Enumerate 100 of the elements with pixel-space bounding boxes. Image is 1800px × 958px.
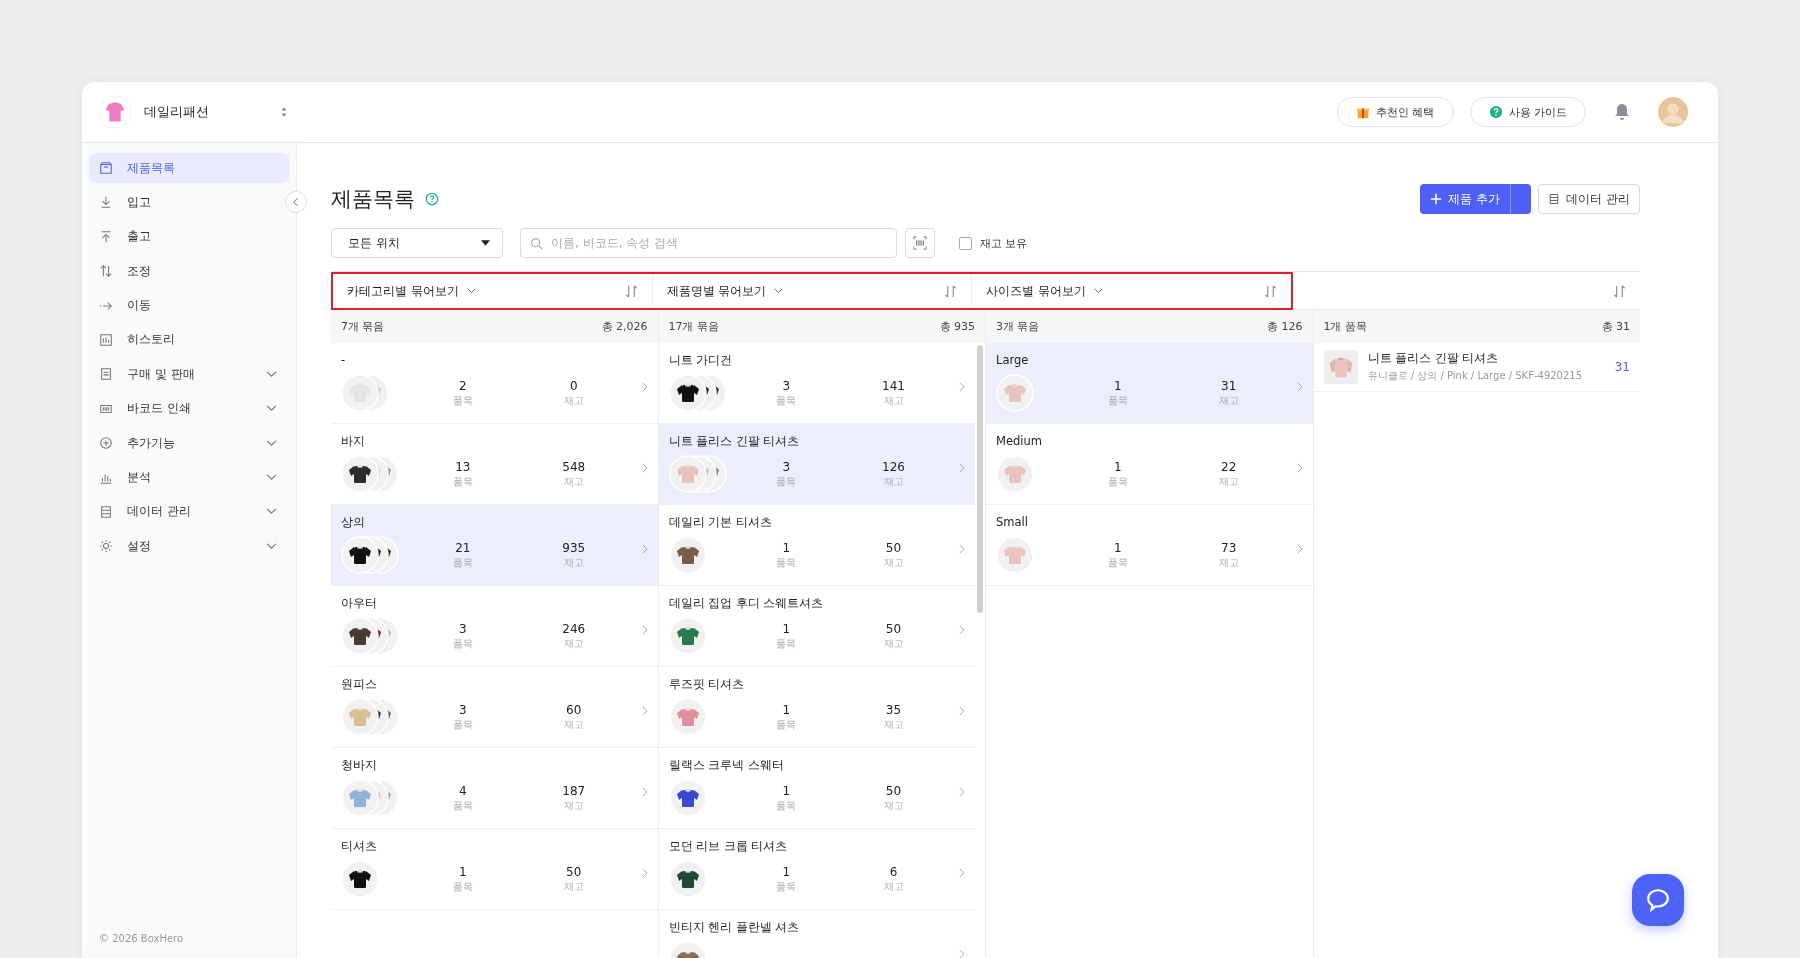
shirt-logo-icon: [98, 95, 132, 129]
product-row[interactable]: 니트 플리스 긴팔 티셔츠 유니클로 / 상의 / Pink / Large / SKF-4920215 31: [1313, 343, 1640, 392]
checkbox[interactable]: [959, 236, 972, 250]
sidebar-item[interactable]: 이동: [89, 290, 289, 321]
chevron-down-icon: [266, 439, 277, 447]
search-box[interactable]: 이름, 바코드, 속성 검색: [520, 228, 897, 258]
database-icon: [99, 504, 113, 519]
stock-count-label: 재고: [562, 393, 585, 408]
stock-count-label: 재고: [882, 717, 905, 732]
group-by-dropdown[interactable]: 카테고리별 묶어보기: [347, 283, 476, 299]
item-count-label: 품목: [775, 798, 798, 813]
item-count-label: 품목: [451, 636, 474, 651]
stock-count-label: 재고: [562, 555, 585, 570]
sidebar-item[interactable]: 히스토리: [89, 324, 289, 355]
stock-count-label: 재고: [882, 879, 905, 894]
sidebar-item[interactable]: 바코드 인쇄: [89, 393, 289, 424]
item-count-label: 품목: [775, 474, 798, 489]
stock-count: 31: [1220, 378, 1238, 393]
sidebar-item[interactable]: 제품목록: [89, 153, 289, 183]
item-count: 13: [454, 459, 472, 474]
sidebar-item[interactable]: 데이터 관리: [89, 496, 289, 527]
group-row[interactable]: 티셔츠 1 품목 50 재고: [331, 829, 658, 910]
group-row[interactable]: Small 1 품목 73 재고: [986, 505, 1313, 586]
chat-button[interactable]: [1632, 874, 1684, 926]
group-row[interactable]: 상의 21 품목 935 재고: [331, 505, 658, 586]
stock-count: 50: [884, 540, 903, 555]
header-button[interactable]: 사용 가이드: [1469, 97, 1586, 127]
stock-count-label: 재고: [882, 798, 905, 813]
barcode-scan-button[interactable]: [905, 228, 935, 258]
item-count-label: 품목: [451, 555, 474, 570]
group-row[interactable]: Large 1 품목 31 재고: [986, 343, 1313, 424]
sidebar-item[interactable]: 조정: [89, 256, 289, 287]
location-select[interactable]: 모든 위치: [331, 228, 503, 258]
scrollbar[interactable]: [977, 345, 983, 613]
upload-icon: [99, 229, 113, 244]
group-name: 원피스: [341, 677, 378, 693]
bell-icon[interactable]: [1614, 103, 1630, 121]
group-row[interactable]: 빈티지 헨리 플란넬 셔츠: [658, 910, 975, 958]
group-row[interactable]: 루즈핏 티셔츠 1 품목 35 재고: [658, 667, 975, 748]
avatar-icon[interactable]: [1658, 97, 1688, 127]
group-row[interactable]: 아우터 3 품목 246 재고: [331, 586, 658, 667]
group-row[interactable]: 청바지 4 품목 187 재고: [331, 748, 658, 829]
stock-count: 50: [884, 783, 903, 798]
header-button[interactable]: 추천인 혜택: [1337, 97, 1454, 127]
download-icon: [99, 195, 113, 210]
sidebar-item[interactable]: 추가기능: [89, 428, 289, 459]
group-row[interactable]: 데일리 기본 티셔츠 1 품목 50 재고: [658, 505, 975, 586]
group-by-dropdown[interactable]: 제품명별 묶어보기: [666, 283, 784, 299]
chevron-right-icon: [641, 382, 648, 392]
chevron-down-icon: [266, 508, 277, 516]
sort-icon[interactable]: [624, 284, 638, 298]
group-name: 니트 플리스 긴팔 티셔츠: [668, 434, 801, 450]
item-count: 1: [781, 864, 792, 879]
barcode-icon: [913, 236, 927, 250]
chevron-right-icon: [959, 787, 965, 797]
sort-icon[interactable]: [1613, 285, 1626, 298]
item-count: 1: [1112, 540, 1123, 555]
stock-count-label: 재고: [882, 393, 905, 408]
group-name: 데일리 집업 후디 스웨트셔츠: [668, 596, 825, 612]
sidebar-item[interactable]: 구매 및 판매: [89, 359, 289, 390]
group-row[interactable]: 원피스 3 품목 60 재고: [331, 667, 658, 748]
group-name: 니트 가디건: [668, 353, 734, 369]
sort-icon[interactable]: [1263, 284, 1277, 298]
group-row[interactable]: 데일리 집업 후디 스웨트셔츠 1 품목 50 재고: [658, 586, 975, 667]
chevron-right-icon: [959, 625, 965, 635]
chevron-down-icon: [266, 370, 277, 378]
stock-count: 141: [881, 378, 906, 393]
group-row[interactable]: 모던 리브 크롭 티셔츠 1 품목 6 재고: [658, 829, 975, 910]
group-row[interactable]: 니트 플리스 긴팔 티셔츠 3 품목 126 재고: [658, 424, 975, 505]
group-name: Large: [996, 353, 1030, 369]
sidebar-item[interactable]: 입고: [89, 187, 289, 218]
sidebar-item[interactable]: 설정: [89, 531, 289, 562]
group-name: Small: [996, 515, 1029, 531]
group-name: -: [341, 353, 347, 369]
chevron-right-icon: [959, 706, 965, 716]
stock-count: 126: [881, 459, 906, 474]
chevron-right-icon: [1296, 463, 1303, 473]
add-product-button[interactable]: 제품 추가: [1420, 184, 1532, 214]
stock-count: 548: [561, 459, 587, 474]
chevron-right-icon: [959, 868, 965, 878]
data-management-button[interactable]: 데이터 관리: [1538, 184, 1640, 214]
group-row[interactable]: - 2 품목 0 재고: [331, 343, 658, 424]
sidebar-item[interactable]: 출고: [89, 221, 289, 252]
group-by-dropdown[interactable]: 사이즈별 묶어보기: [986, 283, 1103, 299]
item-count: 1: [781, 702, 792, 717]
updown-icon[interactable]: [280, 106, 288, 118]
sidebar-item[interactable]: 분석: [89, 462, 289, 493]
stock-count-label: 재고: [882, 555, 905, 570]
help-icon[interactable]: [425, 192, 439, 206]
group-row[interactable]: Medium 1 품목 22 재고: [986, 424, 1313, 505]
search-field[interactable]: 이름, 바코드, 속성 검색: [549, 235, 887, 251]
chevron-right-icon: [641, 544, 648, 554]
database-icon: [1548, 193, 1561, 205]
workspace-name: 데일리패션: [144, 103, 210, 121]
item-count: 4: [457, 783, 468, 798]
product-name: 니트 플리스 긴팔 티셔츠: [1367, 351, 1500, 366]
stock-count-label: 재고: [1217, 393, 1240, 408]
group-row[interactable]: 릴랙스 크루넥 스웨터 1 품목 50 재고: [658, 748, 975, 829]
sort-icon[interactable]: [944, 284, 958, 298]
stock-count-label: 재고: [1217, 474, 1240, 489]
